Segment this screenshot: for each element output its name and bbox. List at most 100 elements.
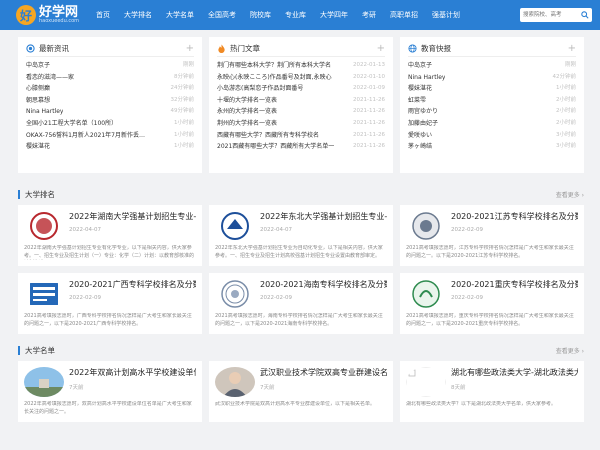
article-card[interactable]: 武汉职业技术学院双高专业群建设名单 7天前 武汉职业技术学院是双高计划高水平专业群建… bbox=[209, 361, 393, 422]
nav-qiangji[interactable]: 强基计划 bbox=[425, 0, 467, 30]
nav-schools[interactable]: 院校库 bbox=[243, 0, 278, 30]
site-logo[interactable]: 好 好学网 haoxueedu.com bbox=[16, 5, 79, 25]
news-item-title[interactable]: 中岛京子 bbox=[408, 60, 432, 72]
news-item[interactable]: 茅ヶ崎结 3小时前 bbox=[408, 141, 576, 153]
card-thumbnail[interactable] bbox=[24, 367, 64, 397]
panel-header: 最新资讯 + bbox=[26, 41, 194, 57]
nav-kaoyan[interactable]: 考研 bbox=[355, 0, 383, 30]
news-item-title[interactable]: 愛咲ゆい bbox=[408, 130, 432, 142]
article-card[interactable]: 2022年双高计划高水平学校建设单位 7天前 2022年高考填报志愿时，双高计划高水… bbox=[18, 361, 202, 422]
news-item[interactable]: 看恋的滋湾——家 8分钟前 bbox=[26, 72, 194, 84]
news-item-title[interactable]: Nina Hartley bbox=[26, 106, 63, 118]
news-item-title[interactable]: 看恋的滋湾——家 bbox=[26, 72, 74, 84]
news-item[interactable]: 全国小21工程大学名单（100所） 1小时前 bbox=[26, 118, 194, 130]
news-item[interactable]: 永州的大学排名一览表 2021-11-26 bbox=[217, 106, 385, 118]
card-title[interactable]: 2020-2021江苏专科学校排名及分数线 bbox=[451, 211, 578, 222]
search-button[interactable] bbox=[578, 8, 592, 22]
top-header: 好 好学网 haoxueedu.com 首页 大学排名 大学名单 全国高考 院校… bbox=[0, 0, 600, 30]
card-thumbnail[interactable] bbox=[406, 279, 446, 309]
card-thumbnail[interactable] bbox=[24, 279, 64, 309]
news-item[interactable]: 荆门有哪些本科大学？荆门所有本科大学名 2022-01-13 bbox=[217, 60, 385, 72]
nav-four-years[interactable]: 大学四年 bbox=[313, 0, 355, 30]
news-item-title[interactable]: 心膝侧癫 bbox=[26, 83, 50, 95]
news-item[interactable]: Nina Hartley 49分钟前 bbox=[26, 106, 194, 118]
news-item[interactable]: OKAX-756誓料1月新人2021年7月新作丢我让你 1小时前 bbox=[26, 130, 194, 142]
card-thumbnail[interactable] bbox=[406, 211, 446, 241]
news-item-title[interactable]: 中岛京子 bbox=[26, 60, 50, 72]
news-item[interactable]: 朝思慕想 32分钟前 bbox=[26, 95, 194, 107]
news-item-title[interactable]: 朝思慕想 bbox=[26, 95, 50, 107]
news-item-time: 2021-11-26 bbox=[353, 108, 385, 115]
news-item[interactable]: 中岛京子 刚刚 bbox=[26, 60, 194, 72]
nav-list[interactable]: 大学名单 bbox=[159, 0, 201, 30]
news-item[interactable]: 小岛游恋(高梨恋子作品封面番号 2022-01-09 bbox=[217, 83, 385, 95]
card-title[interactable]: 武汉职业技术学院双高专业群建设名单 bbox=[260, 367, 387, 378]
news-item[interactable]: 荆州的大学排名一览表 2021-11-26 bbox=[217, 118, 385, 130]
card-title[interactable]: 2022年东北大学强基计划招生专业-招 bbox=[260, 211, 387, 222]
plus-icon[interactable]: + bbox=[186, 43, 194, 54]
news-item-title[interactable]: 加藤由妃子 bbox=[408, 118, 438, 130]
news-item-title[interactable]: 樱妹湛花 bbox=[26, 141, 50, 153]
news-item[interactable]: Nina Hartley 42分钟前 bbox=[408, 72, 576, 84]
plus-icon[interactable]: + bbox=[568, 43, 576, 54]
list-more-link[interactable]: 查看更多 › bbox=[556, 346, 584, 355]
news-item[interactable]: 西藏有哪些大学？西藏所有专科学校名 2021-11-26 bbox=[217, 130, 385, 142]
search-input[interactable] bbox=[520, 8, 578, 22]
nav-vocational[interactable]: 高职单招 bbox=[383, 0, 425, 30]
card-thumbnail[interactable] bbox=[215, 279, 255, 309]
news-item-title[interactable]: 雨宫ゆかり bbox=[408, 106, 438, 118]
news-item-title[interactable]: OKAX-756誓料1月新人2021年7月新作丢我让你 bbox=[26, 130, 146, 142]
news-item-time: 3小时前 bbox=[556, 143, 576, 150]
plus-icon[interactable]: + bbox=[377, 43, 385, 54]
news-item-time: 2小时前 bbox=[556, 108, 576, 115]
card-title[interactable]: 2020-2021重庆专科学校排名及分数线 bbox=[451, 279, 578, 290]
news-item-title[interactable]: 小岛游恋(高梨恋子作品封面番号 bbox=[217, 83, 303, 95]
news-item-title[interactable]: 西藏有哪些大学？西藏所有专科学校名 bbox=[217, 130, 319, 142]
card-thumbnail[interactable] bbox=[406, 367, 446, 397]
news-item-title[interactable]: 永州的大学排名一览表 bbox=[217, 106, 277, 118]
news-item[interactable]: 永映心(永映こころ)作品番号及封面,永映心 2022-01-10 bbox=[217, 72, 385, 84]
news-item[interactable]: 加藤由妃子 2小时前 bbox=[408, 118, 576, 130]
card-thumbnail[interactable] bbox=[24, 211, 64, 241]
news-item[interactable]: 樱妹湛花 1小时前 bbox=[408, 83, 576, 95]
article-card[interactable]: 2020-2021重庆专科学校排名及分数线 2022-02-09 2021高考填报志… bbox=[400, 273, 584, 334]
news-item-title[interactable]: 虹菜雫 bbox=[408, 95, 426, 107]
article-card[interactable]: 2020-2021广西专科学校排名及分数线 2022-02-09 2021高考填报志… bbox=[18, 273, 202, 334]
nav-home[interactable]: 首页 bbox=[89, 0, 117, 30]
article-card[interactable]: 2020-2021海南专科学校排名及分数线 2022-02-09 2021高考填报志… bbox=[209, 273, 393, 334]
news-item[interactable]: 心膝侧癫 24分钟前 bbox=[26, 83, 194, 95]
card-thumbnail[interactable] bbox=[215, 211, 255, 241]
card-date: 2022-04-07 bbox=[69, 227, 101, 233]
news-item[interactable]: 2021西藏有哪些大学？西藏所有大学名单一 2021-11-26 bbox=[217, 141, 385, 153]
news-item-title[interactable]: 全国小21工程大学名单（100所） bbox=[26, 118, 117, 130]
news-item[interactable]: 虹菜雫 2小时前 bbox=[408, 95, 576, 107]
news-item-title[interactable]: 十堰的大学排名一览表 bbox=[217, 95, 277, 107]
card-title[interactable]: 2022年湖南大学强基计划招生专业-招 bbox=[69, 211, 196, 222]
card-title[interactable]: 2022年双高计划高水平学校建设单位 bbox=[69, 367, 196, 378]
nav-majors[interactable]: 专业库 bbox=[278, 0, 313, 30]
news-item-title[interactable]: 永映心(永映こころ)作品番号及封面,永映心 bbox=[217, 72, 332, 84]
news-item-title[interactable]: Nina Hartley bbox=[408, 72, 445, 84]
card-title[interactable]: 2020-2021海南专科学校排名及分数线 bbox=[260, 279, 387, 290]
card-thumbnail[interactable] bbox=[215, 367, 255, 397]
card-title[interactable]: 湖北有哪些政法类大学-湖北政法类大 bbox=[451, 367, 578, 378]
article-card[interactable]: 2022年湖南大学强基计划招生专业-招 2022-04-07 2022年湖南大学强基… bbox=[18, 205, 202, 266]
nav-rank[interactable]: 大学排名 bbox=[117, 0, 159, 30]
news-item[interactable]: 中岛京子 刚刚 bbox=[408, 60, 576, 72]
news-item-title[interactable]: 荆门有哪些本科大学？荆门所有本科大学名 bbox=[217, 60, 331, 72]
news-item-title[interactable]: 2021西藏有哪些大学？西藏所有大学名单一 bbox=[217, 141, 334, 153]
news-item-title[interactable]: 樱妹湛花 bbox=[408, 83, 432, 95]
news-item[interactable]: 雨宫ゆかり 2小时前 bbox=[408, 106, 576, 118]
news-item[interactable]: 愛咲ゆい 3小时前 bbox=[408, 130, 576, 142]
nav-gaokao[interactable]: 全国高考 bbox=[201, 0, 243, 30]
news-item-title[interactable]: 茅ヶ崎结 bbox=[408, 141, 432, 153]
article-card[interactable]: 2020-2021江苏专科学校排名及分数线 2022-02-09 2021高考填报志… bbox=[400, 205, 584, 266]
list-card-grid: 2022年双高计划高水平学校建设单位 7天前 2022年高考填报志愿时，双高计划高水… bbox=[18, 361, 584, 422]
news-item-title[interactable]: 荆州的大学排名一览表 bbox=[217, 118, 277, 130]
rank-more-link[interactable]: 查看更多 › bbox=[556, 190, 584, 199]
card-title[interactable]: 2020-2021广西专科学校排名及分数线 bbox=[69, 279, 196, 290]
article-card[interactable]: 2022年东北大学强基计划招生专业-招 2022-04-07 2022年东北大学强基… bbox=[209, 205, 393, 266]
news-item[interactable]: 十堰的大学排名一览表 2021-11-26 bbox=[217, 95, 385, 107]
news-item[interactable]: 樱妹湛花 1小时前 bbox=[26, 141, 194, 153]
article-card[interactable]: 湖北有哪些政法类大学-湖北政法类大 8天前 湖北有哪些政法类大学？以下是湖北政法类大… bbox=[400, 361, 584, 422]
